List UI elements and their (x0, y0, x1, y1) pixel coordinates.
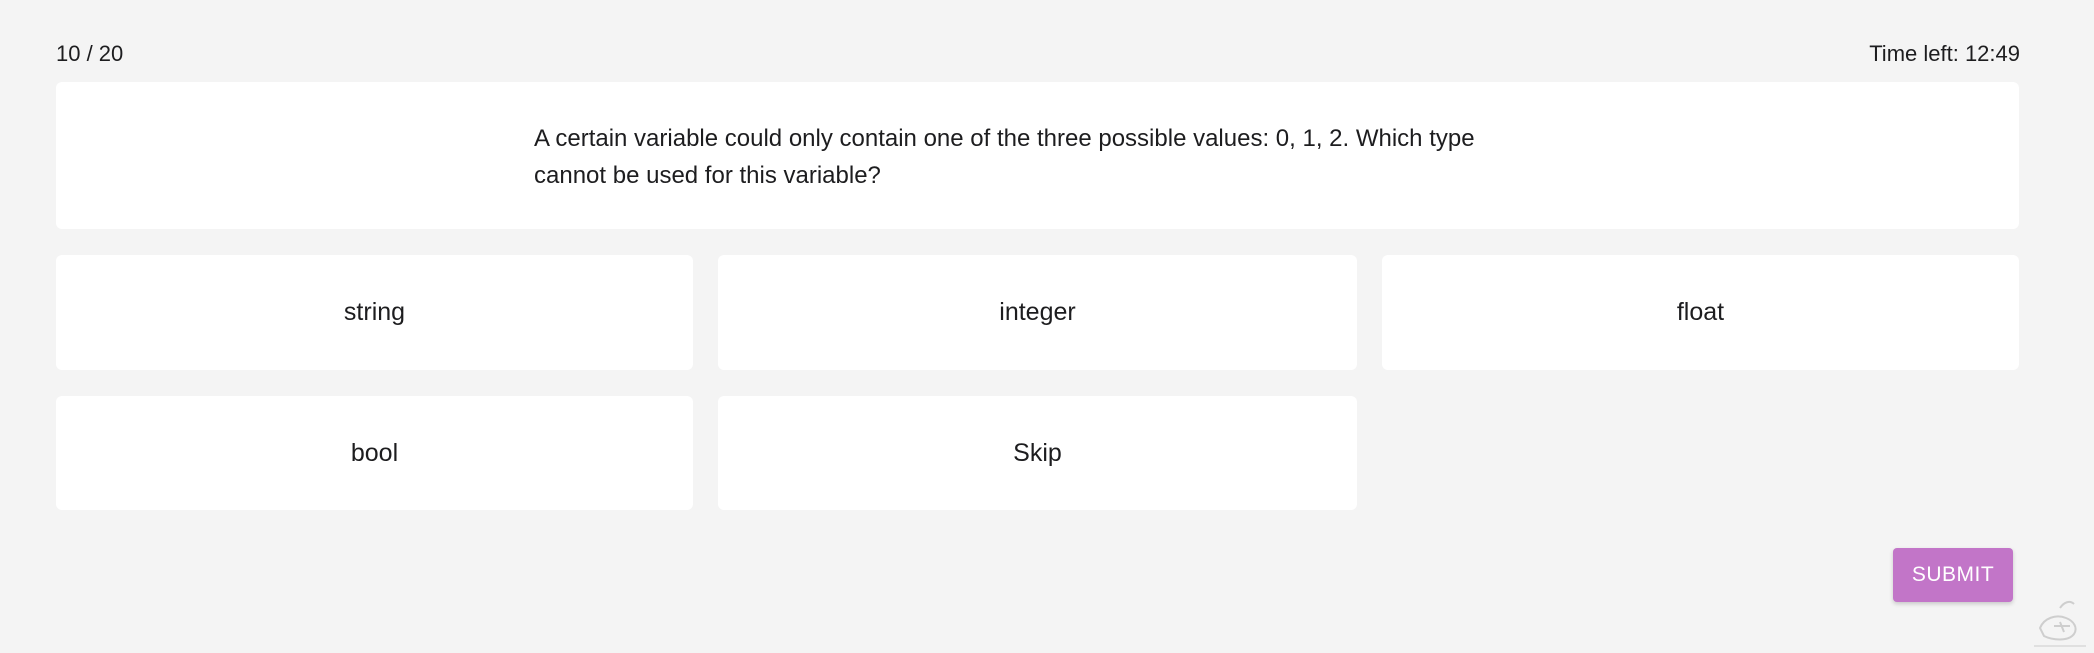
option-label: bool (350, 438, 399, 467)
skip-option[interactable]: Skip (718, 396, 1357, 510)
quiz-page: 10 / 20 Time left: 12:49 A certain varia… (0, 0, 2094, 653)
submit-button[interactable]: SUBMIT (1893, 548, 2013, 602)
answer-option-bool[interactable]: bool (56, 396, 693, 510)
watermark-logo-icon (2034, 600, 2086, 647)
question-text: A certain variable could only contain on… (534, 125, 1475, 189)
option-label: integer (999, 298, 1076, 326)
answer-option-integer[interactable]: integer (718, 255, 1357, 370)
answer-option-float[interactable]: float (1382, 255, 2019, 370)
option-label: float (1676, 298, 1725, 326)
quiz-header: 10 / 20 Time left: 12:49 (56, 38, 2020, 70)
option-label: string (343, 298, 406, 326)
answer-option-string[interactable]: string (56, 255, 693, 370)
option-label: Skip (1013, 438, 1062, 467)
question-card: A certain variable could only contain on… (56, 82, 2019, 229)
question-counter: 10 / 20 (56, 41, 124, 66)
timer: Time left: 12:49 (1869, 41, 2020, 66)
